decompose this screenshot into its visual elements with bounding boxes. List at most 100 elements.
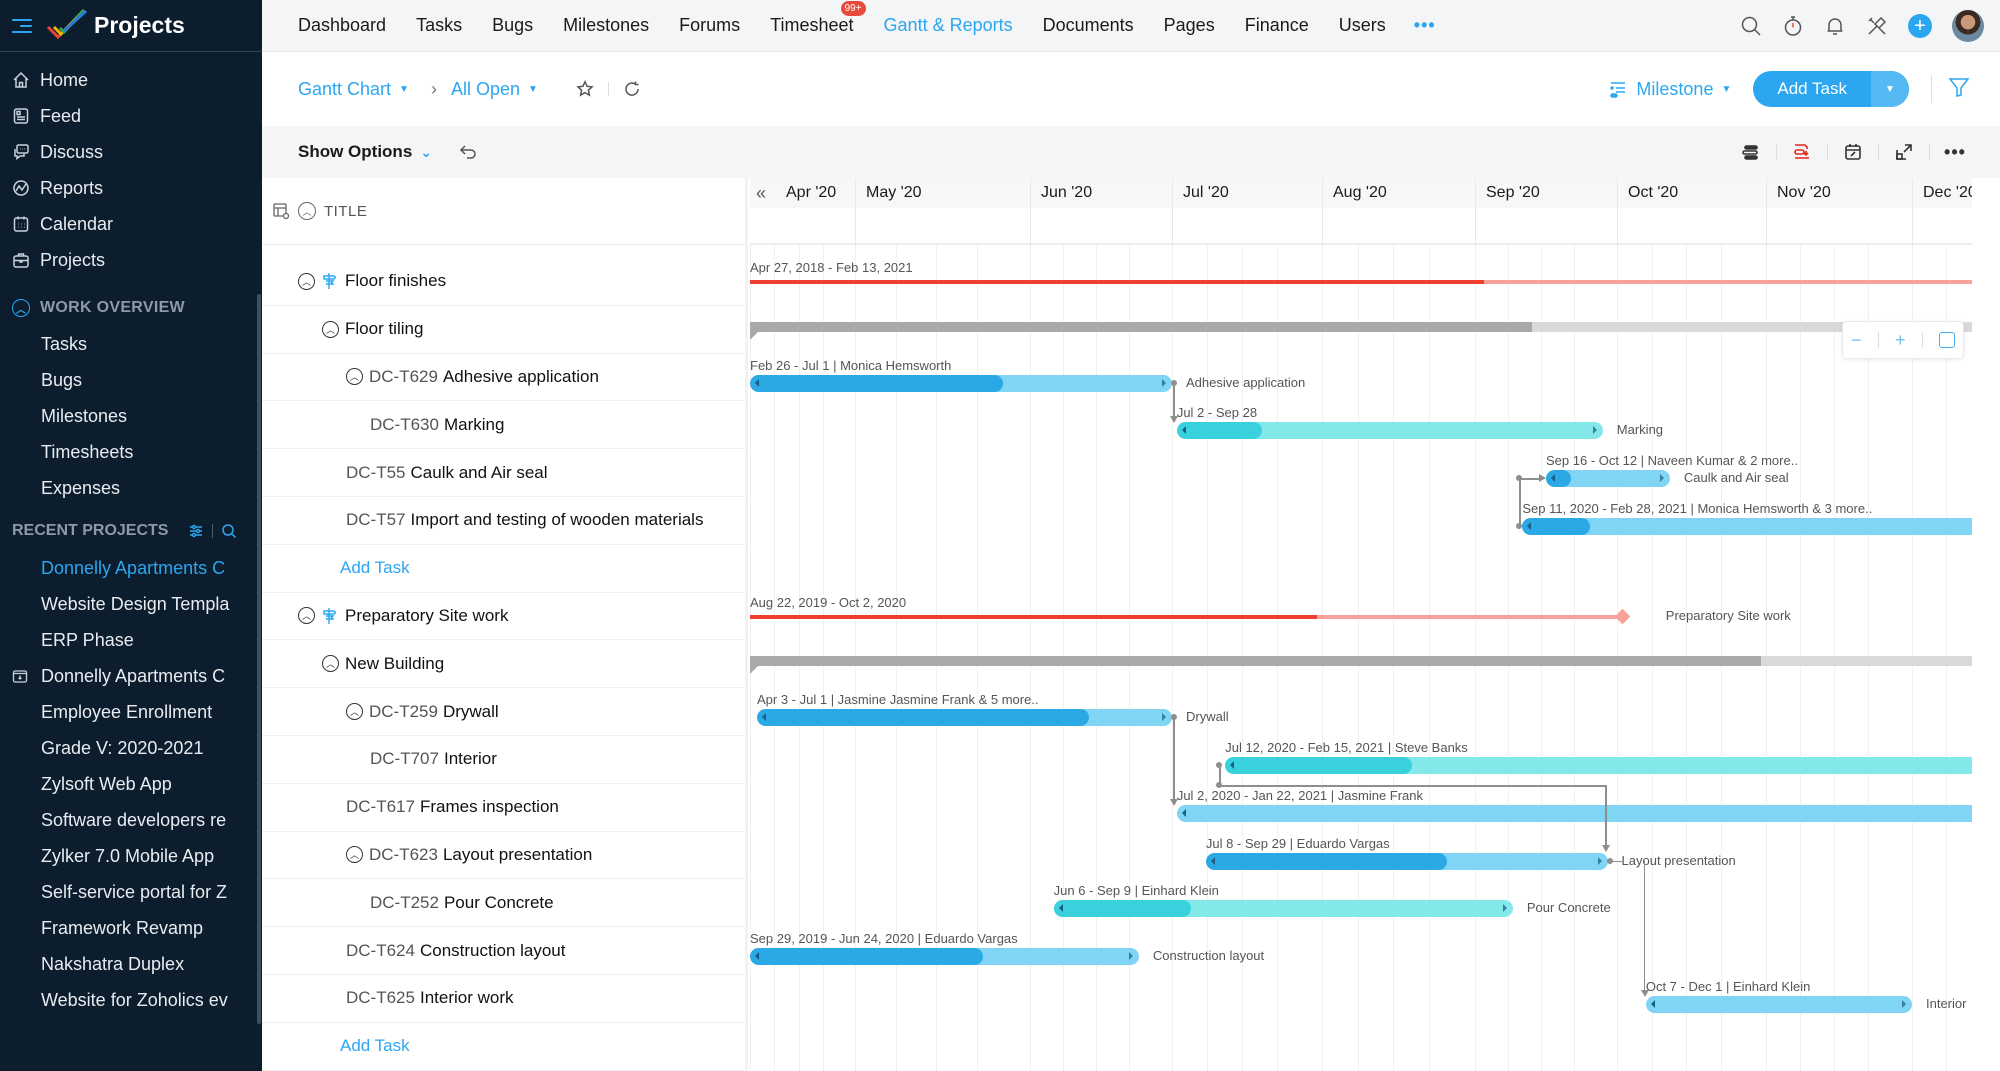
tab-pages[interactable]: Pages — [1164, 15, 1215, 36]
tab-milestones[interactable]: Milestones — [563, 15, 649, 36]
sidebar-item-projects[interactable]: Projects — [0, 242, 262, 278]
milestone-bar[interactable] — [750, 280, 1972, 284]
sidebar-item-reports[interactable]: Reports — [0, 170, 262, 206]
task-bar[interactable] — [750, 948, 1139, 966]
drag-right-handle[interactable] — [1597, 856, 1602, 865]
task-row[interactable]: DC-T625 Interior work — [262, 975, 746, 1023]
add-task-link[interactable]: Add Task — [340, 1036, 410, 1056]
collapse-toggle-icon[interactable]: ︿ — [346, 368, 363, 386]
task-bar[interactable] — [1546, 470, 1670, 488]
tab-gantt-reports[interactable]: Gantt & Reports — [884, 15, 1013, 36]
task-name[interactable]: Import and testing of wooden materials — [411, 510, 704, 530]
tab-timesheet[interactable]: Timesheet 99+ — [770, 1, 866, 36]
drag-left-handle[interactable] — [1058, 904, 1063, 913]
drag-left-handle[interactable] — [755, 952, 759, 961]
drag-left-handle[interactable] — [1181, 426, 1186, 435]
group-by-milestone-button[interactable]: Milestone ▼ — [1608, 79, 1731, 100]
recent-project-item[interactable]: Nakshatra Duplex — [0, 946, 232, 982]
scroll-back-icon[interactable]: « — [756, 183, 766, 204]
task-name[interactable]: Drywall — [443, 702, 499, 722]
recent-project-item[interactable]: Grade V: 2020-2021 — [0, 730, 232, 766]
task-name[interactable]: Preparatory Site work — [345, 606, 508, 626]
drag-left-handle[interactable] — [755, 378, 759, 387]
task-name[interactable]: Marking — [444, 415, 504, 435]
panel-resize-handle[interactable] — [745, 178, 748, 1071]
task-bar[interactable] — [1205, 852, 1608, 870]
tasklist-row[interactable]: ︿ Floor tiling — [262, 306, 746, 354]
sidebar-item-feed[interactable]: Feed — [0, 98, 262, 134]
recent-project-item[interactable]: ERP Phase — [0, 622, 232, 658]
collapse-toggle-icon[interactable]: ︿ — [322, 320, 339, 338]
task-bar[interactable] — [1522, 518, 1972, 535]
task-row[interactable]: DC-T624 Construction layout — [262, 927, 746, 975]
drag-left-handle[interactable] — [1230, 761, 1235, 769]
critical-path-icon[interactable] — [1777, 142, 1827, 162]
search-icon[interactable] — [1740, 15, 1762, 37]
calendar-edit-icon[interactable] — [1828, 142, 1878, 162]
task-name[interactable]: New Building — [345, 654, 444, 674]
avatar[interactable] — [1952, 10, 1984, 42]
collapse-toggle-icon[interactable]: ︿ — [298, 607, 315, 625]
task-name[interactable]: Frames inspection — [420, 797, 559, 817]
recent-project-item[interactable]: Zylsoft Web App — [0, 766, 232, 802]
task-row[interactable]: ︿ DC-T623 Layout presentation — [262, 832, 746, 880]
recent-project-item[interactable]: Website Design Templa — [0, 586, 232, 622]
sidebar-scrollbar[interactable] — [257, 294, 261, 1024]
add-task-button[interactable]: Add Task — [1753, 71, 1871, 107]
tools-icon[interactable] — [1866, 15, 1888, 37]
drag-right-handle[interactable] — [1128, 952, 1133, 961]
column-settings-icon[interactable] — [272, 202, 290, 220]
task-name[interactable]: Floor finishes — [345, 271, 446, 291]
collapse-toggle-icon[interactable]: ︿ — [346, 846, 363, 864]
task-name[interactable]: Construction layout — [420, 941, 566, 961]
recent-project-item[interactable]: Donnelly Apartments C — [0, 550, 232, 586]
drag-right-handle[interactable] — [1502, 904, 1507, 913]
task-row[interactable]: DC-T617 Frames inspection — [262, 784, 746, 832]
tasklist-summary-bar[interactable] — [750, 321, 1972, 340]
bell-icon[interactable] — [1824, 15, 1846, 37]
drag-right-handle[interactable] — [1162, 713, 1166, 722]
tab-bugs[interactable]: Bugs — [492, 15, 533, 36]
recent-project-item[interactable]: Donnelly Apartments C — [0, 658, 232, 694]
sidebar-item-calendar[interactable]: Calendar — [0, 206, 262, 242]
filter-icon[interactable] — [1948, 76, 1970, 103]
star-icon[interactable] — [576, 80, 594, 98]
task-bar[interactable] — [750, 374, 1172, 392]
milestone-row[interactable]: ︿ Floor finishes — [262, 258, 746, 306]
add-task-row[interactable]: Add Task — [262, 545, 746, 593]
task-bar[interactable] — [757, 709, 1172, 727]
drag-left-handle[interactable] — [762, 713, 766, 722]
view-selector[interactable]: Gantt Chart ▼ — [298, 79, 409, 100]
collapse-toggle-icon[interactable]: ︿ — [298, 272, 315, 290]
collapse-toggle-icon[interactable]: ︿ — [322, 655, 339, 673]
drag-right-handle[interactable] — [1659, 474, 1664, 483]
task-name[interactable]: Adhesive application — [443, 367, 599, 387]
tasklist-row[interactable]: ︿ New Building — [262, 640, 746, 689]
sidebar-item-expenses[interactable]: Expenses — [0, 470, 232, 506]
fit-to-screen-icon[interactable] — [1938, 332, 1955, 348]
task-name[interactable]: Pour Concrete — [444, 893, 554, 913]
task-name[interactable]: Interior work — [420, 988, 514, 1008]
drag-left-handle[interactable] — [1181, 808, 1186, 817]
task-name[interactable]: Caulk and Air seal — [411, 463, 548, 483]
add-task-dropdown-icon[interactable]: ▼ — [1871, 71, 1909, 107]
collapse-rows-icon[interactable] — [1726, 142, 1776, 162]
refresh-icon[interactable] — [623, 80, 641, 98]
recent-project-item[interactable]: Zylker 7.0 Mobile App — [0, 838, 232, 874]
tab-forums[interactable]: Forums — [679, 15, 740, 36]
more-options-icon[interactable]: ••• — [1930, 142, 1980, 163]
sidebar-item-discuss[interactable]: Discuss — [0, 134, 262, 170]
task-bar[interactable] — [1053, 900, 1513, 918]
task-row[interactable]: ︿ DC-T629 Adhesive application — [262, 354, 746, 402]
task-bar[interactable] — [1176, 804, 1972, 822]
task-row[interactable]: DC-T252 Pour Concrete — [262, 879, 746, 928]
filter-sliders-icon[interactable] — [188, 523, 204, 539]
tab-tasks[interactable]: Tasks — [416, 15, 462, 36]
drag-right-handle[interactable] — [1162, 378, 1166, 387]
task-name[interactable]: Layout presentation — [443, 845, 592, 865]
tab-dashboard[interactable]: Dashboard — [298, 15, 386, 36]
add-task-row[interactable]: Add Task — [262, 1023, 746, 1071]
drag-right-handle[interactable] — [1592, 426, 1597, 435]
undo-icon[interactable] — [458, 142, 478, 162]
milestone-bar[interactable] — [750, 614, 1622, 619]
